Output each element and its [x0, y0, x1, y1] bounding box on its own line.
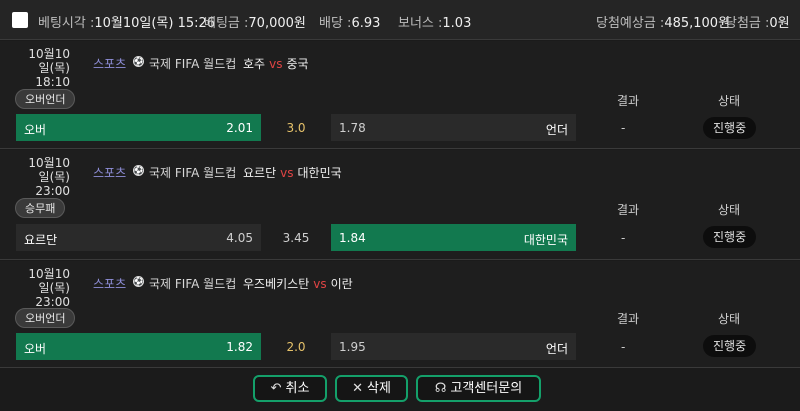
- option-label: 요르단: [24, 233, 58, 247]
- soccer-ball-icon: ⚽: [133, 276, 144, 287]
- odds-value: 6.93: [351, 16, 381, 31]
- odds-option-right[interactable]: 1.78 언더: [331, 114, 576, 141]
- match-teams: 우즈베키스탄 vs 이란: [243, 275, 353, 292]
- soccer-ball-icon: ⚽: [133, 56, 144, 67]
- market-badge: 오버언더: [15, 89, 76, 109]
- option-odds: 1.82: [226, 340, 253, 354]
- support-button[interactable]: ☊ 고객센터문의: [416, 375, 541, 402]
- result-value: -: [621, 231, 626, 245]
- odds-option-right[interactable]: 1.84 대한민국: [331, 224, 576, 251]
- result-header: 결과: [617, 94, 640, 108]
- option-odds: 4.05: [226, 231, 253, 245]
- odds-option-left[interactable]: 오버 1.82: [16, 333, 261, 360]
- headset-icon: ☊: [434, 381, 447, 396]
- cancel-label: 취소: [285, 381, 310, 396]
- result-header: 결과: [617, 203, 640, 217]
- option-label: 언더: [545, 342, 568, 356]
- status-badge: 진행중: [703, 117, 757, 139]
- option-odds: 1.95: [339, 340, 366, 354]
- support-label: 고객센터문의: [450, 381, 523, 396]
- won-label: 당첨금 :: [725, 16, 770, 31]
- won-amount: 당첨금 :0원: [725, 12, 790, 31]
- away-team: 이란: [330, 277, 353, 291]
- bet-amount-value: 70,000원: [248, 16, 306, 31]
- bet-card: 10월10일(목) 23:00 스포츠 ⚽ 국제 FIFA 월드컵 우즈베키스탄 v…: [0, 261, 800, 368]
- draw-odds[interactable]: 3.45: [263, 231, 329, 245]
- match-time: 23:00: [35, 184, 70, 198]
- odds-option-left[interactable]: 오버 2.01: [16, 114, 261, 141]
- home-team: 우즈베키스탄: [243, 277, 310, 291]
- odds-option-left[interactable]: 요르단 4.05: [16, 224, 261, 251]
- bet-amount-label: 베팅금 :: [204, 16, 249, 31]
- bonus-label: 보너스 :: [398, 16, 443, 31]
- home-team: 호주: [243, 57, 266, 71]
- match-teams: 호주 vs 중국: [243, 55, 309, 72]
- status-header: 상태: [718, 203, 741, 217]
- soccer-ball-icon: ⚽: [133, 165, 144, 176]
- option-label: 언더: [545, 123, 568, 137]
- delete-label: 삭제: [366, 381, 391, 396]
- expected-label: 당첨예상금 :: [596, 16, 665, 31]
- undo-icon: ↶: [270, 381, 282, 396]
- match-datetime: 10월10일(목) 23:00: [20, 156, 70, 198]
- match-datetime: 10월10일(목) 18:10: [20, 47, 70, 89]
- match-date: 10월10일(목): [28, 267, 70, 295]
- select-checkbox[interactable]: [12, 12, 28, 28]
- bet-summary-header: 베팅시각 :10월10일(목) 15:26 베팅금 :70,000원 배당 :6…: [0, 0, 800, 40]
- bonus-value: 1.03: [442, 16, 472, 31]
- option-odds: 1.84: [339, 231, 366, 245]
- league-name: 국제 FIFA 월드컵: [149, 166, 237, 180]
- bonus: 보너스 :1.03: [398, 12, 471, 31]
- option-label: 대한민국: [523, 233, 568, 247]
- result-header: 결과: [617, 312, 640, 326]
- odds: 배당 :6.93: [319, 12, 380, 31]
- bet-card: 10월10일(목) 23:00 스포츠 ⚽ 국제 FIFA 월드컵 요르단 vs 대한…: [0, 150, 800, 260]
- expected-win: 당첨예상금 :485,100원: [596, 12, 730, 31]
- vs-label: vs: [280, 166, 294, 180]
- status-header: 상태: [718, 312, 741, 326]
- bet-amount: 베팅금 :70,000원: [204, 12, 306, 31]
- result-value: -: [621, 121, 626, 135]
- vs-label: vs: [313, 277, 327, 291]
- home-team: 요르단: [243, 166, 277, 180]
- bet-time-label: 베팅시각 :: [38, 16, 95, 31]
- away-team: 중국: [286, 57, 309, 71]
- won-value: 0원: [769, 16, 790, 31]
- sport-link[interactable]: 스포츠: [93, 275, 126, 292]
- match-date: 10월10일(목): [28, 156, 70, 184]
- status-badge: 진행중: [703, 335, 757, 357]
- option-label: 오버: [24, 342, 47, 356]
- option-odds: 1.78: [339, 121, 366, 135]
- result-value: -: [621, 340, 626, 354]
- market-badge: 승무패: [15, 198, 66, 218]
- status-header: 상태: [718, 94, 741, 108]
- sport-link[interactable]: 스포츠: [93, 55, 126, 72]
- bet-card: 10월10일(목) 18:10 스포츠 ⚽ 국제 FIFA 월드컵 호주 vs 중국 …: [0, 41, 800, 149]
- option-label: 오버: [24, 123, 47, 137]
- status-badge: 진행중: [703, 226, 757, 248]
- market-badge: 오버언더: [15, 308, 76, 328]
- x-icon: ✕: [352, 381, 363, 396]
- option-odds: 2.01: [226, 121, 253, 135]
- bet-time: 베팅시각 :10월10일(목) 15:26: [38, 12, 215, 31]
- away-team: 대한민국: [297, 166, 342, 180]
- handicap-value: 3.0: [286, 121, 306, 135]
- handicap-value: 2.0: [286, 340, 306, 354]
- match-datetime: 10월10일(목) 23:00: [20, 267, 70, 309]
- league-name: 국제 FIFA 월드컵: [149, 57, 237, 71]
- match-time: 18:10: [35, 75, 70, 89]
- odds-option-right[interactable]: 1.95 언더: [331, 333, 576, 360]
- bet-time-value: 10월10일(목) 15:26: [94, 16, 216, 31]
- match-time: 23:00: [35, 295, 70, 309]
- expected-value: 485,100원: [664, 16, 731, 31]
- vs-label: vs: [269, 57, 283, 71]
- match-teams: 요르단 vs 대한민국: [243, 164, 342, 181]
- match-date: 10월10일(목): [28, 47, 70, 75]
- sport-link[interactable]: 스포츠: [93, 164, 126, 181]
- league-name: 국제 FIFA 월드컵: [149, 277, 237, 291]
- delete-button[interactable]: ✕ 삭제: [335, 375, 408, 402]
- cancel-button[interactable]: ↶ 취소: [253, 375, 327, 402]
- odds-label: 배당 :: [319, 16, 352, 31]
